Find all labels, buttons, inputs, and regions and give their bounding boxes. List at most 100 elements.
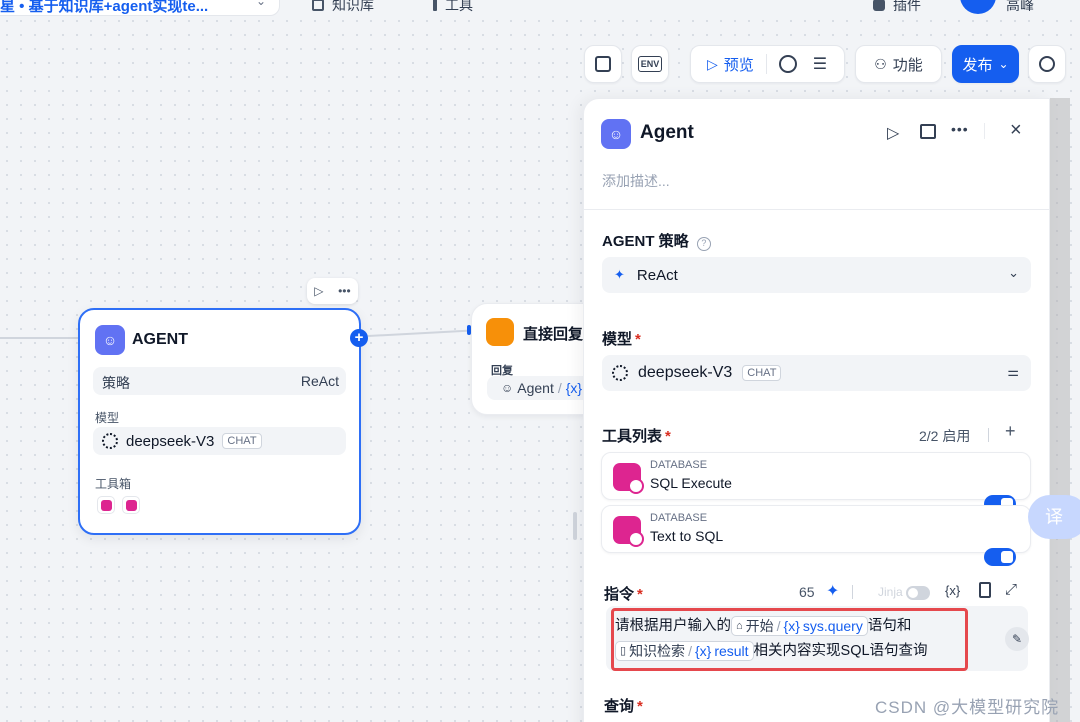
tool-enable-toggle[interactable] <box>984 548 1016 566</box>
model-tag: CHAT <box>222 433 262 449</box>
agent-icon: ☺ <box>601 119 631 149</box>
sparkle-icon[interactable]: ✦ <box>826 581 839 601</box>
reply-ref-var: {x} <box>565 380 583 396</box>
tab-knowledge[interactable]: 知识库 <box>312 0 374 15</box>
edge-in <box>0 337 80 339</box>
breadcrumb[interactable]: 星 • 基于知识库+agent实现te... <box>0 0 208 16</box>
history-button[interactable] <box>1028 45 1066 83</box>
tool-category: DATABASE <box>650 459 708 471</box>
reply-node-title: 直接回复 <box>523 326 584 343</box>
prompt-generator-icon[interactable]: ✎ <box>1005 627 1029 651</box>
model-name: deepseek-V3 <box>126 432 215 450</box>
model-select-tag: CHAT <box>742 365 782 381</box>
preview-button-group[interactable]: ▷ 预览 ☰ <box>690 45 845 83</box>
jinja-toggle[interactable] <box>906 586 930 600</box>
run-node-icon[interactable]: ▷ <box>887 123 899 143</box>
model-row: deepseek-V3 CHAT <box>93 427 346 455</box>
translate-button[interactable]: 译 <box>1028 495 1080 539</box>
tab-knowledge-label: 知识库 <box>332 0 374 13</box>
model-section-label: 模型 * <box>602 331 641 348</box>
chevron-down-icon: ⌄ <box>998 57 1009 71</box>
strategy-row: 策略 ReAct <box>93 367 346 395</box>
tab-plugins-label: 插件 <box>893 0 921 13</box>
tab-tools[interactable]: 工具 <box>433 0 473 15</box>
database-icon <box>613 516 644 547</box>
add-tool-button[interactable]: + <box>1005 421 1016 442</box>
features-button[interactable]: ⚇ 功能 <box>855 45 942 83</box>
reply-icon <box>486 318 514 346</box>
model-select[interactable]: deepseek-V3 CHAT ⚌ <box>602 355 1031 391</box>
edge-out <box>367 329 472 337</box>
reply-ref-node: Agent <box>517 380 554 396</box>
highlight-outline <box>611 608 968 671</box>
database-icon <box>97 496 115 514</box>
toolbox-label: 工具箱 <box>95 477 132 491</box>
expand-icon[interactable]: ⤢ <box>1005 581 1017 598</box>
instruction-char-count: 65 <box>799 584 815 600</box>
add-node-button[interactable]: + <box>350 329 368 347</box>
chevron-down-icon[interactable]: ⌄ <box>256 0 266 8</box>
checklist-icon[interactable]: ☰ <box>813 54 827 74</box>
panel-title[interactable]: Agent <box>640 122 694 144</box>
user-name: 高峰 <box>1006 0 1034 13</box>
instruction-section-label: 指令 * <box>604 586 643 603</box>
tool-card[interactable]: DATABASE Text to SQL <box>601 505 1031 566</box>
more-icon[interactable]: ••• <box>951 121 969 137</box>
env-button[interactable]: ENV <box>631 45 669 83</box>
watermark: CSDN @大模型研究院 <box>875 698 1060 717</box>
react-icon: ✦ <box>614 267 625 282</box>
close-icon[interactable]: × <box>1010 119 1022 142</box>
panel-scrollbar[interactable] <box>1050 98 1070 722</box>
reply-ref-sep: / <box>557 380 562 396</box>
checklist-button[interactable] <box>584 45 622 83</box>
tab-tools-label: 工具 <box>445 0 473 13</box>
book-icon <box>312 0 324 11</box>
agent-node[interactable]: ☺ AGENT 策略 ReAct 模型 deepseek-V3 CHAT 工具箱 <box>78 308 361 535</box>
env-icon: ENV <box>637 56 663 72</box>
copy-icon[interactable] <box>979 582 991 598</box>
tab-plugins[interactable]: 插件 <box>873 0 921 15</box>
run-node-icon[interactable]: ▷ <box>314 284 323 298</box>
direct-reply-node[interactable]: 直接回复 回复 ☺ Agent / {x} <box>471 303 607 415</box>
agent-node-title: AGENT <box>132 331 188 348</box>
panel-resize-handle[interactable] <box>573 512 577 540</box>
tools-section-label: 工具列表 * <box>602 428 671 445</box>
preview-label: 预览 <box>723 56 754 74</box>
model-settings-icon[interactable]: ⚌ <box>1007 364 1019 380</box>
deepseek-icon <box>612 365 628 381</box>
jinja-label: Jinja <box>878 585 903 599</box>
agent-icon: ☺ <box>95 325 125 355</box>
publish-button[interactable]: 发布 ⌄ <box>952 45 1019 83</box>
publish-label: 发布 <box>962 56 993 74</box>
strategy-select-value: ReAct <box>636 266 678 284</box>
node-mini-toolbar[interactable]: ▷ ••• <box>307 278 358 304</box>
tool-category: DATABASE <box>650 512 708 524</box>
play-icon: ▷ <box>707 55 718 72</box>
tool-card[interactable]: DATABASE SQL Execute <box>601 452 1031 513</box>
wrench-icon <box>433 0 437 11</box>
strategy-select[interactable]: ✦ ReAct ⌄ <box>602 257 1031 293</box>
database-icon <box>122 496 140 514</box>
run-history-icon[interactable] <box>778 55 797 73</box>
deepseek-icon <box>102 433 118 449</box>
help-icon[interactable]: ? <box>696 237 711 251</box>
insert-variable-icon[interactable]: {x} <box>945 583 960 598</box>
strategy-section-label: AGENT 策略 ? <box>602 230 711 251</box>
description-input[interactable]: 添加描述... <box>602 171 670 191</box>
chevron-down-icon: ⌄ <box>1008 265 1019 280</box>
checklist-icon <box>595 56 611 72</box>
history-icon <box>1039 56 1055 72</box>
tools-count: 2/2 启用 <box>919 428 971 444</box>
features-label: 功能 <box>892 56 923 74</box>
features-icon: ⚇ <box>874 55 887 72</box>
more-icon[interactable]: ••• <box>338 284 351 298</box>
tool-name: Text to SQL <box>650 528 724 544</box>
model-label: 模型 <box>95 411 120 425</box>
tool-name: SQL Execute <box>650 475 732 491</box>
query-section-label: 查询 * <box>604 698 643 715</box>
help-book-icon[interactable] <box>920 124 936 139</box>
strategy-label: 策略 <box>102 375 130 391</box>
database-icon <box>613 463 644 494</box>
plugin-icon <box>873 0 885 11</box>
strategy-value: ReAct <box>300 373 339 389</box>
